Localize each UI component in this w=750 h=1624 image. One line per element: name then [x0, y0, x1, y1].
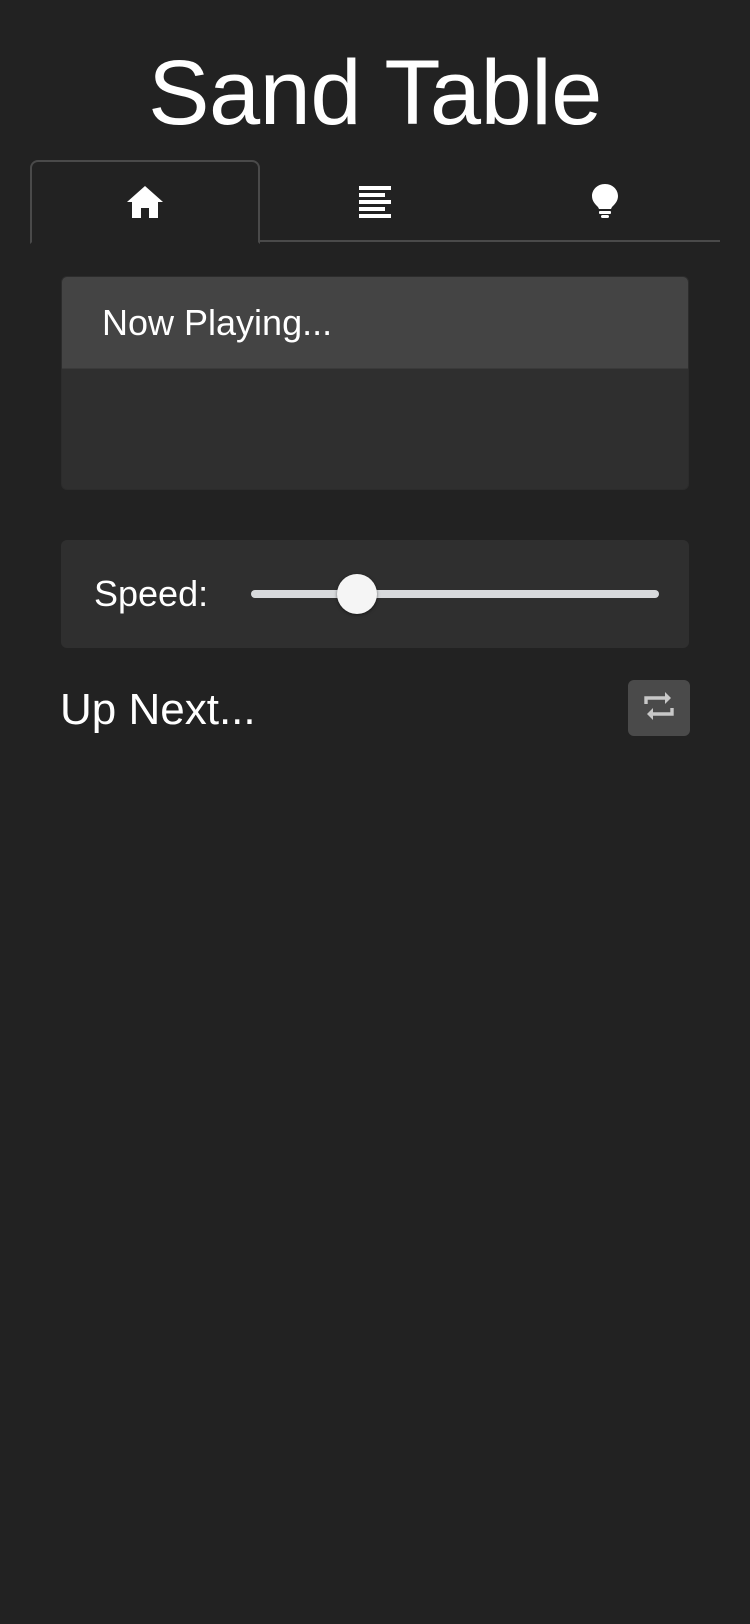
tab-lights[interactable]	[490, 160, 720, 242]
now-playing-card: Now Playing...	[61, 276, 689, 490]
slider-track[interactable]	[251, 590, 659, 598]
repeat-icon	[641, 688, 677, 729]
speed-card: Speed:	[61, 540, 689, 648]
lightbulb-icon	[590, 183, 620, 219]
tab-bar	[30, 160, 720, 244]
repeat-button[interactable]	[628, 680, 690, 736]
now-playing-title: Now Playing...	[102, 301, 333, 343]
app-title: Sand Table	[148, 42, 602, 144]
speed-slider[interactable]	[251, 574, 659, 614]
slider-thumb[interactable]	[337, 574, 378, 614]
app-page: Sand Table Now Playing... Speed: Up Next…	[0, 0, 750, 1624]
up-next-title: Up Next...	[60, 685, 256, 734]
home-icon	[125, 184, 165, 220]
now-playing-header: Now Playing...	[62, 277, 688, 369]
tab-home[interactable]	[30, 160, 260, 244]
speed-label: Speed:	[94, 573, 209, 614]
tab-list[interactable]	[260, 160, 490, 242]
now-playing-body	[62, 369, 688, 489]
list-icon	[358, 184, 392, 218]
